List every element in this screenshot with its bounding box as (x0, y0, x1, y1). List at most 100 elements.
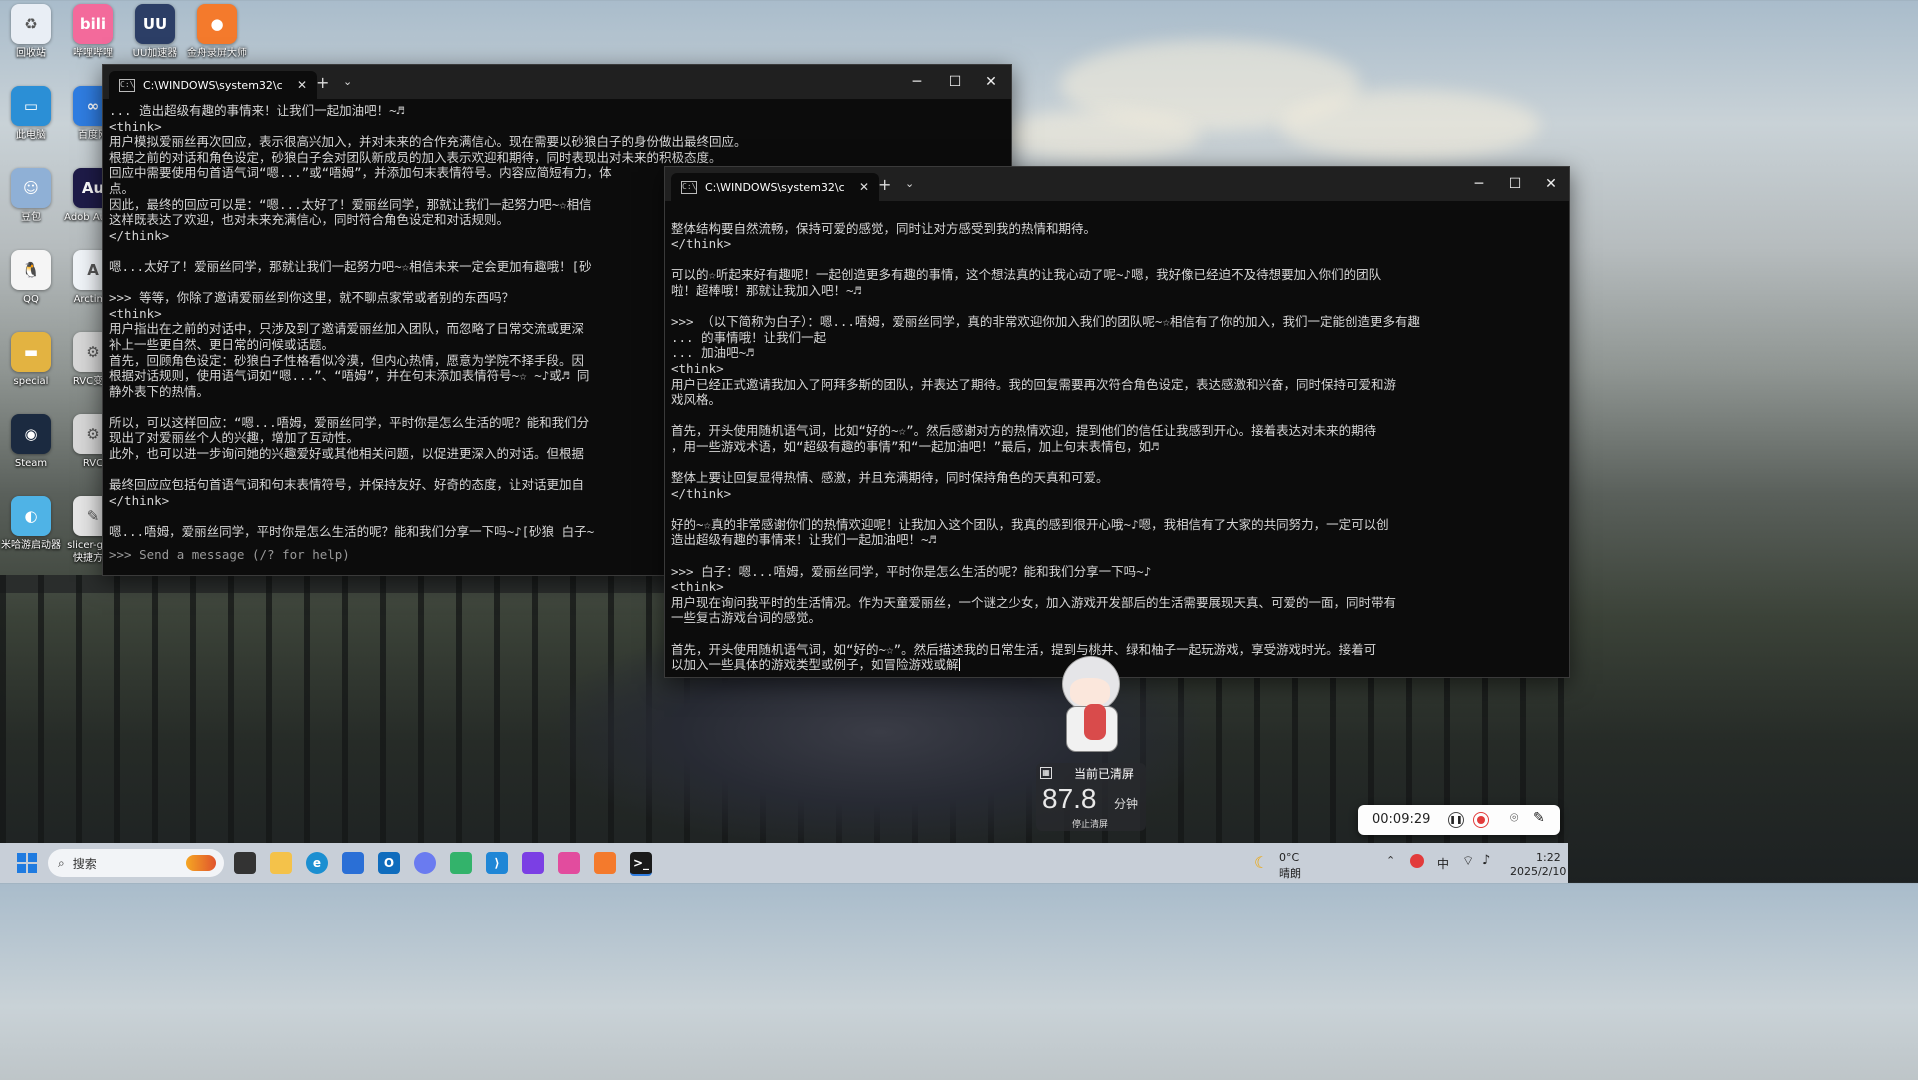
edge-taskbar-icon[interactable]: e (306, 852, 328, 874)
terminal-line: </think> (671, 485, 732, 501)
vscode-icon[interactable]: ⟩ (486, 852, 508, 874)
desktop-pet[interactable] (1046, 656, 1130, 756)
uu-accelerator-icon: UU (135, 4, 175, 44)
wifi-icon[interactable]: ⌔ (1462, 853, 1474, 869)
recorder-taskbar-icon[interactable] (594, 852, 616, 874)
desktop-icon[interactable]: ☺ 豆包 (0, 168, 62, 224)
desktop-icon[interactable]: ♻ 回收站 (0, 4, 62, 60)
ime-indicator[interactable]: 中 (1437, 855, 1449, 872)
stop-record-button[interactable] (1473, 812, 1489, 828)
desktop-icon[interactable]: 🐧 QQ (0, 250, 62, 306)
desktop-icon-label: 哔哩哔哩 (73, 48, 113, 59)
task-view-icon[interactable] (234, 852, 256, 874)
search-box[interactable]: ⌕ 搜索 (48, 849, 224, 877)
desktop-icon[interactable]: ◉ Steam (0, 414, 62, 470)
record-time: 00:09:29 (1372, 812, 1431, 827)
terminal-line: 一些复古游戏台词的感觉。 (671, 610, 822, 626)
maximize-button[interactable]: ☐ (937, 65, 973, 99)
title-bar[interactable]: C:\ C:\WINDOWS\system32\cmd. ✕ + ⌄ ─ ☐ ✕ (665, 167, 1569, 201)
app-green-icon[interactable] (450, 852, 472, 874)
minimize-button[interactable]: ─ (899, 65, 935, 99)
tab-title: C:\WINDOWS\system32\cmd. (143, 78, 283, 92)
cmd-icon: C:\ (119, 78, 135, 92)
desktop-icon[interactable]: ▬ special (0, 332, 62, 388)
weather-temp[interactable]: 0°C (1279, 851, 1299, 864)
tab-cmd[interactable]: C:\ C:\WINDOWS\system32\cmd. ✕ (671, 173, 880, 201)
terminal-output: 整体结构要自然流畅，保持可爱的感觉，同时让对方感受到我的热情和期待。 </thin… (665, 201, 1569, 677)
terminal-line: </think> (671, 236, 732, 252)
cloud (1000, 110, 1200, 160)
tab-close-icon[interactable]: ✕ (297, 78, 307, 92)
volume-icon[interactable]: ♪ (1482, 853, 1490, 868)
qq-icon: 🐧 (11, 250, 51, 290)
clear-status: 当前已清屏 (1074, 767, 1135, 781)
desktop-icon-label: UU加速器 (132, 48, 178, 59)
snipping-tool-icon[interactable] (558, 852, 580, 874)
clock-time[interactable]: 1:22 (1536, 851, 1561, 864)
screenshot-button[interactable]: ⌾ (1510, 810, 1518, 826)
desktop-icon[interactable]: ◐ 米哈游启动器 (0, 496, 62, 552)
copilot-icon[interactable] (414, 852, 436, 874)
file-explorer-icon[interactable] (270, 852, 292, 874)
recording-toolbar: 00:09:29 ❚❚ ⌾ ✎ (1358, 805, 1560, 835)
outlook-icon[interactable]: O (378, 852, 400, 874)
new-tab-button[interactable]: + (316, 73, 329, 92)
terminal-window-front[interactable]: C:\ C:\WINDOWS\system32\cmd. ✕ + ⌄ ─ ☐ ✕… (664, 166, 1570, 678)
terminal-line: 造出超级有趣的事情来！让我们一起加油吧！~♬ (671, 532, 937, 548)
desktop-icon-label: 回收站 (16, 48, 46, 59)
store-icon[interactable] (342, 852, 364, 874)
terminal-line: 首先，开头使用随机语气词，如“好的~☆”。然后描述我的日常生活，提到与桃井、绿和… (671, 641, 1377, 657)
close-button[interactable]: ✕ (973, 65, 1009, 99)
new-tab-button[interactable]: + (878, 175, 891, 194)
pen-button[interactable]: ✎ (1533, 810, 1545, 826)
desktop-icon-label: 米哈游启动器 (1, 540, 61, 551)
terminal-taskbar-icon[interactable]: >_ (630, 852, 652, 876)
folder-icon: ▬ (11, 332, 51, 372)
terminal-line: 根据之前的对话和角色设定，砂狼白子会对团队新成员的加入表示欢迎和期待，同时表现出… (109, 149, 722, 165)
weather-icon: ☾ (1254, 853, 1269, 872)
desktop-icon[interactable]: UU UU加速器 (124, 4, 186, 60)
weather-desc[interactable]: 晴朗 (1279, 865, 1301, 881)
desktop-icon[interactable]: ▭ 此电脑 (0, 86, 62, 142)
search-placeholder: 搜索 (72, 856, 97, 871)
search-highlight-icon (186, 855, 216, 871)
pet-item (1084, 704, 1106, 740)
desktop-icon-label: 豆包 (21, 212, 41, 223)
desktop-icon-label: 此电脑 (16, 130, 46, 141)
desktop-icon[interactable]: ● 金舟录屏大师 (186, 4, 248, 60)
start-button[interactable] (16, 852, 38, 874)
pause-button[interactable]: ❚❚ (1448, 812, 1464, 828)
tray-overflow-icon[interactable]: ⌃ (1386, 854, 1395, 867)
tab-close-icon[interactable]: ✕ (859, 180, 869, 194)
tab-dropdown-icon[interactable]: ⌄ (343, 75, 352, 88)
terminal-line: 啦！超棒哦！那就让我加入吧！~♬ (671, 282, 862, 298)
clock-date[interactable]: 2025/2/10 (1510, 865, 1566, 878)
desktop-icon[interactable]: bili 哔哩哔哩 (62, 4, 124, 60)
desktop-icon-label: Steam (14, 458, 48, 469)
desktop-icon-label: special (13, 376, 49, 387)
cloud (1280, 90, 1540, 160)
terminal-line: ... 的事情哦！让我们一起 (671, 329, 827, 345)
stop-record-icon (1477, 816, 1485, 824)
maximize-button[interactable]: ☐ (1497, 167, 1533, 201)
title-bar[interactable]: C:\ C:\WINDOWS\system32\cmd. ✕ + ⌄ ─ ☐ ✕ (103, 65, 1011, 99)
terminal-line: 整体上要让回复显得热情、感激，并且充满期待，同时保持角色的天真和可爱。 (671, 470, 1109, 486)
minimize-button[interactable]: ─ (1461, 167, 1497, 201)
terminal-line: ... 加油吧~♬ (671, 345, 754, 361)
security-icon[interactable] (1410, 854, 1424, 868)
tab-dropdown-icon[interactable]: ⌄ (905, 177, 914, 190)
close-button[interactable]: ✕ (1533, 167, 1569, 201)
text-cursor (958, 658, 960, 672)
terminal-line: <think> (109, 118, 162, 134)
clipchamp-icon[interactable] (522, 852, 544, 874)
terminal-line: ，用一些游戏术语，如“超级有趣的事情”和“一起加油吧！”最后，加上句末表情包，如… (671, 438, 1159, 454)
this-pc-icon: ▭ (11, 86, 51, 126)
stop-clear-button[interactable]: 停止清屏 (1072, 817, 1108, 830)
tab-cmd[interactable]: C:\ C:\WINDOWS\system32\cmd. ✕ (109, 71, 318, 99)
